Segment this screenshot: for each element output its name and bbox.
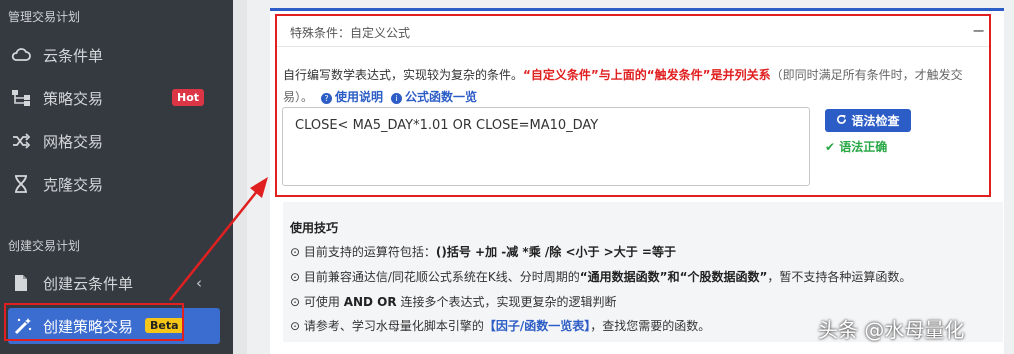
syntax-status: ✔ 语法正确 [825,138,887,155]
desc-text: 自行编写数学表达式，实现较为复杂的条件。 [283,68,524,82]
function-list-link[interactable]: 公式函数一览 [405,90,477,104]
tip-text: 目前支持的运算符包括： [303,245,436,259]
tip-text-tail: ，暂不支持各种运算函数。 [767,270,912,284]
radio-dot-icon: ⊙ [290,245,304,259]
divider [277,46,989,47]
check-icon: ✔ [825,140,840,154]
collapse-button[interactable]: − [972,21,985,40]
radio-dot-icon: ⊙ [290,295,304,309]
syntax-check-label: 语法检查 [851,114,900,128]
question-circle-icon: ? [321,93,333,104]
tip-item: ⊙ 请参考、学习水母量化脚本引擎的【因子/函数一览表】，查找您需要的函数。 [290,317,710,334]
panel-description: 自行编写数学表达式，实现较为复杂的条件。“自定义条件”与上面的“触发条件”是并列… [283,64,983,108]
tip-text: 可使用 [303,295,344,309]
formula-input[interactable]: CLOSE< MA5_DAY*1.01 OR CLOSE=MA10_DAY [282,107,810,186]
radio-dot-icon: ⊙ [290,270,304,284]
info-circle-icon: i [391,93,403,104]
refresh-icon [836,114,847,128]
tip-text: 目前兼容通达信/同花顺公式系统在K线、分时周期的 [303,270,580,284]
tip-bold: “通用数据函数”和“个股数据函数” [579,270,768,284]
tip-item: ⊙ 可使用 AND OR 连接多个表达式，实现更复杂的逻辑判断 [290,293,616,310]
syntax-check-button[interactable]: 语法检查 [825,109,911,132]
tip-item: ⊙ 目前支持的运算符包括：()括号 +加 -减 *乘 /除 <小于 >大于 =等… [290,243,676,260]
watermark: 头条 @水母量化 [818,318,965,342]
factor-table-link[interactable]: 【因子/函数一览表】 [484,319,590,333]
tip-text: 请参考、学习水母量化脚本引擎的 [303,319,484,333]
tip-text-tail: ，查找您需要的函数。 [590,319,711,333]
syntax-status-label: 语法正确 [839,140,888,154]
desc-emphasis: “自定义条件”与上面的“触发条件”是并列关系 [523,68,771,82]
tips-title: 使用技巧 [290,221,339,235]
panel-title: 特殊条件：自定义公式 [290,26,411,40]
tip-text-tail: 连接多个表达式，实现更复杂的逻辑判断 [396,295,617,309]
tip-item: ⊙ 目前兼容通达信/同花顺公式系统在K线、分时周期的“通用数据函数”和“个股数据… [290,268,911,285]
radio-dot-icon: ⊙ [290,319,304,333]
tip-bold: AND OR [343,295,397,309]
help-link[interactable]: 使用说明 [335,90,383,104]
tip-bold: ()括号 +加 -减 *乘 /除 <小于 >大于 =等于 [435,245,676,259]
